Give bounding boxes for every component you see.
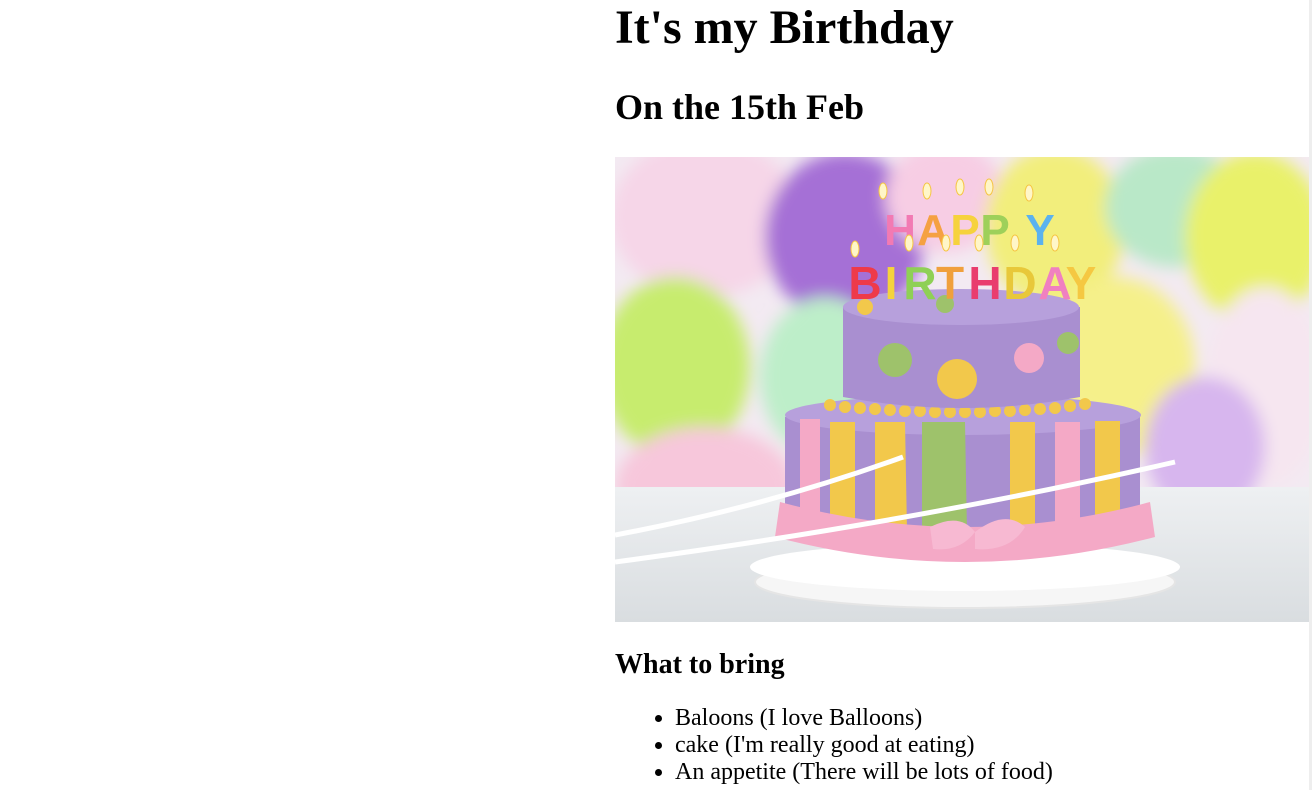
section-heading: What to bring [615, 649, 785, 680]
svg-text:Y: Y [1066, 257, 1097, 309]
svg-text:T: T [936, 257, 964, 309]
page-subtitle: On the 15th Feb [615, 87, 865, 127]
page-title: It's my Birthday [615, 1, 954, 54]
svg-text:P: P [980, 206, 1009, 255]
list-item: An appetite (There will be lots of food) [675, 759, 1309, 786]
list-item: Baloons (I love Balloons) [675, 705, 1309, 732]
main-content: It's my Birthday On the 15th Feb H A P P… [615, 0, 1309, 786]
svg-text:I: I [885, 257, 898, 309]
svg-text:H: H [968, 257, 1001, 309]
page: It's my Birthday On the 15th Feb H A P P… [0, 0, 1312, 790]
svg-text:B: B [848, 257, 881, 309]
svg-text:R: R [903, 257, 936, 309]
bring-list: Baloons (I love Balloons) cake (I'm real… [615, 705, 1309, 786]
birthday-cake-image: H A P P Y B I R T H D A Y [615, 157, 1309, 622]
svg-text:Y: Y [1025, 206, 1054, 255]
list-item: cake (I'm really good at eating) [675, 732, 1309, 759]
svg-text:D: D [1003, 257, 1036, 309]
